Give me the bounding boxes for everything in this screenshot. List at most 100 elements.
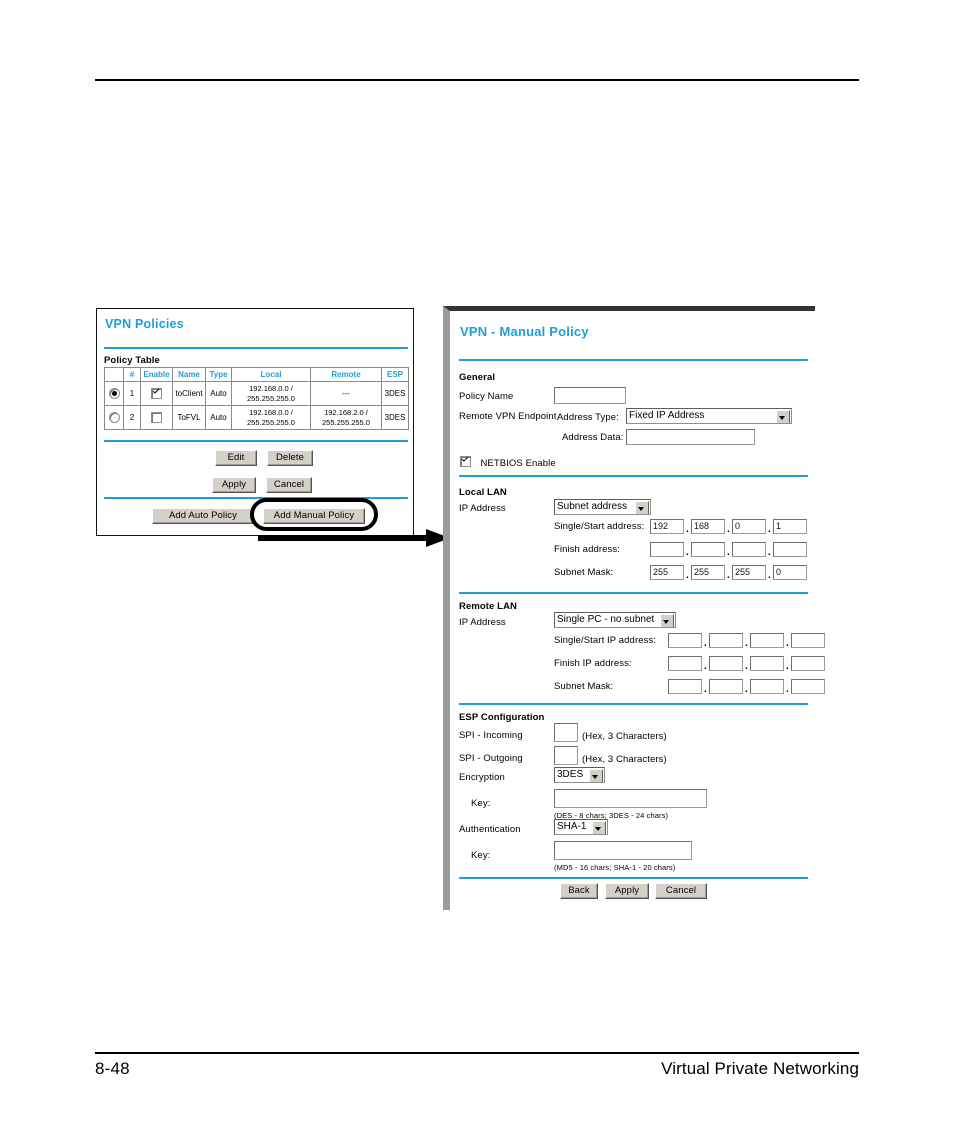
local-start-octet-4[interactable]: 1 [773,519,807,534]
local-mask-octet-4[interactable]: 0 [773,565,807,580]
policy-table-label: Policy Table [104,355,160,366]
local-ip-mode-value: Subnet address [557,501,628,512]
remote-finish-octet-1[interactable] [668,656,702,671]
ip-separator: . [686,570,689,581]
chevron-down-icon[interactable] [776,410,790,423]
chevron-down-icon[interactable] [592,821,606,834]
col-number: # [123,367,141,382]
add-auto-policy-button[interactable]: Add Auto Policy [152,508,254,524]
remote-start-octet-3[interactable] [750,633,784,648]
ip-separator: . [704,661,707,672]
remote-line-2: 255.255.255.0 [322,417,370,427]
col-local: Local [231,367,311,382]
remote-start-octet-1[interactable] [668,633,702,648]
encryption-key-label: Key: [471,798,491,809]
local-finish-octet-2[interactable] [691,542,725,557]
cancel-button[interactable]: Cancel [266,477,312,493]
remote-start-octet-4[interactable] [791,633,825,648]
encryption-select[interactable]: 3DES [554,767,605,783]
local-mask-octet-1[interactable]: 255 [650,565,684,580]
local-finish-address-row: Finish address: . . . [554,542,807,559]
remote-mask-octet-4[interactable] [791,679,825,694]
add-manual-policy-button[interactable]: Add Manual Policy [263,508,365,524]
policy-name-input[interactable] [554,387,626,404]
address-data-input[interactable] [626,429,755,445]
row-esp: 3DES [381,381,409,406]
local-start-octet-1[interactable]: 192 [650,519,684,534]
local-start-octet-2[interactable]: 168 [691,519,725,534]
divider-title [459,359,808,361]
row-select-cell[interactable] [104,381,124,406]
local-finish-octet-4[interactable] [773,542,807,557]
remote-line-1: 192.168.2.0 / [324,408,368,417]
address-type-select[interactable]: Fixed IP Address [626,408,792,424]
remote-vpn-endpoint-label: Remote VPN Endpoint [459,411,557,422]
ip-separator: . [686,547,689,558]
encryption-key-input[interactable] [554,789,707,808]
remote-start-octet-2[interactable] [709,633,743,648]
local-subnet-mask-label: Subnet Mask: [554,567,614,578]
table-row[interactable]: 1 toClient Auto 192.168.0.0 / 255.255.25… [104,381,409,406]
col-name: Name [172,367,206,382]
page-footer-rule [95,1052,859,1054]
ip-separator: . [727,570,730,581]
chevron-down-icon[interactable] [660,614,674,627]
authentication-key-input[interactable] [554,841,692,860]
remote-mask-octet-3[interactable] [750,679,784,694]
remote-mask-octet-1[interactable] [668,679,702,694]
local-line-2: 255.255.255.0 [247,417,295,427]
apply-button[interactable]: Apply [605,883,649,899]
section-label-remote-lan: Remote LAN [459,601,518,612]
row-enable-cell[interactable] [140,381,173,406]
row-select-cell[interactable] [104,405,124,430]
row-esp: 3DES [381,405,409,430]
netbios-enable-checkbox[interactable] [460,456,471,468]
remote-ip-address-label: IP Address [459,617,506,628]
remote-mask-octet-2[interactable] [709,679,743,694]
back-button[interactable]: Back [560,883,598,899]
ip-separator: . [727,524,730,535]
netbios-enable-row[interactable]: NETBIOS Enable [460,453,556,471]
local-start-address-label: Single/Start address: [554,521,645,532]
remote-ip-mode-select[interactable]: Single PC - no subnet [554,612,676,628]
local-finish-octet-3[interactable] [732,542,766,557]
row-enable-cell[interactable] [140,405,173,430]
local-start-octet-3[interactable]: 0 [732,519,766,534]
edit-button[interactable]: Edit [215,450,257,466]
radio-button[interactable] [108,388,120,399]
local-finish-address-label: Finish address: [554,544,620,555]
cancel-button[interactable]: Cancel [655,883,707,899]
remote-line-1: --- [342,388,350,398]
netbios-enable-label: NETBIOS Enable [480,458,556,469]
table-row[interactable]: 2 ToFVL Auto 192.168.0.0 / 255.255.255.0… [104,405,409,430]
enable-checkbox[interactable] [151,412,162,423]
col-esp: ESP [381,367,409,382]
local-start-address-row: Single/Start address: 192 . 168 . 0 . 1 [554,519,807,536]
delete-button[interactable]: Delete [267,450,313,466]
remote-ip-mode-value: Single PC - no subnet [557,614,655,625]
authentication-select[interactable]: SHA-1 [554,819,608,835]
radio-button[interactable] [108,412,120,423]
spi-incoming-input[interactable] [554,723,578,742]
local-finish-octet-1[interactable] [650,542,684,557]
col-enable: Enable [140,367,173,382]
authentication-value: SHA-1 [557,821,587,832]
remote-finish-octet-3[interactable] [750,656,784,671]
apply-button[interactable]: Apply [212,477,256,493]
local-mask-octet-2[interactable]: 255 [691,565,725,580]
ip-separator: . [745,684,748,695]
encryption-label: Encryption [459,772,505,783]
enable-checkbox[interactable] [151,388,162,399]
remote-finish-octet-4[interactable] [791,656,825,671]
chevron-down-icon[interactable] [589,769,603,782]
local-mask-octet-3[interactable]: 255 [732,565,766,580]
chevron-down-icon[interactable] [635,501,649,514]
policy-table: # Enable Name Type Local Remote ESP 1 to… [104,367,409,430]
divider-bottom [104,497,408,499]
remote-finish-octet-2[interactable] [709,656,743,671]
spi-outgoing-input[interactable] [554,746,578,765]
local-ip-mode-select[interactable]: Subnet address [554,499,651,515]
spi-incoming-label: SPI - Incoming [459,730,523,741]
row-remote: --- [310,381,382,406]
divider-middle [104,440,408,442]
